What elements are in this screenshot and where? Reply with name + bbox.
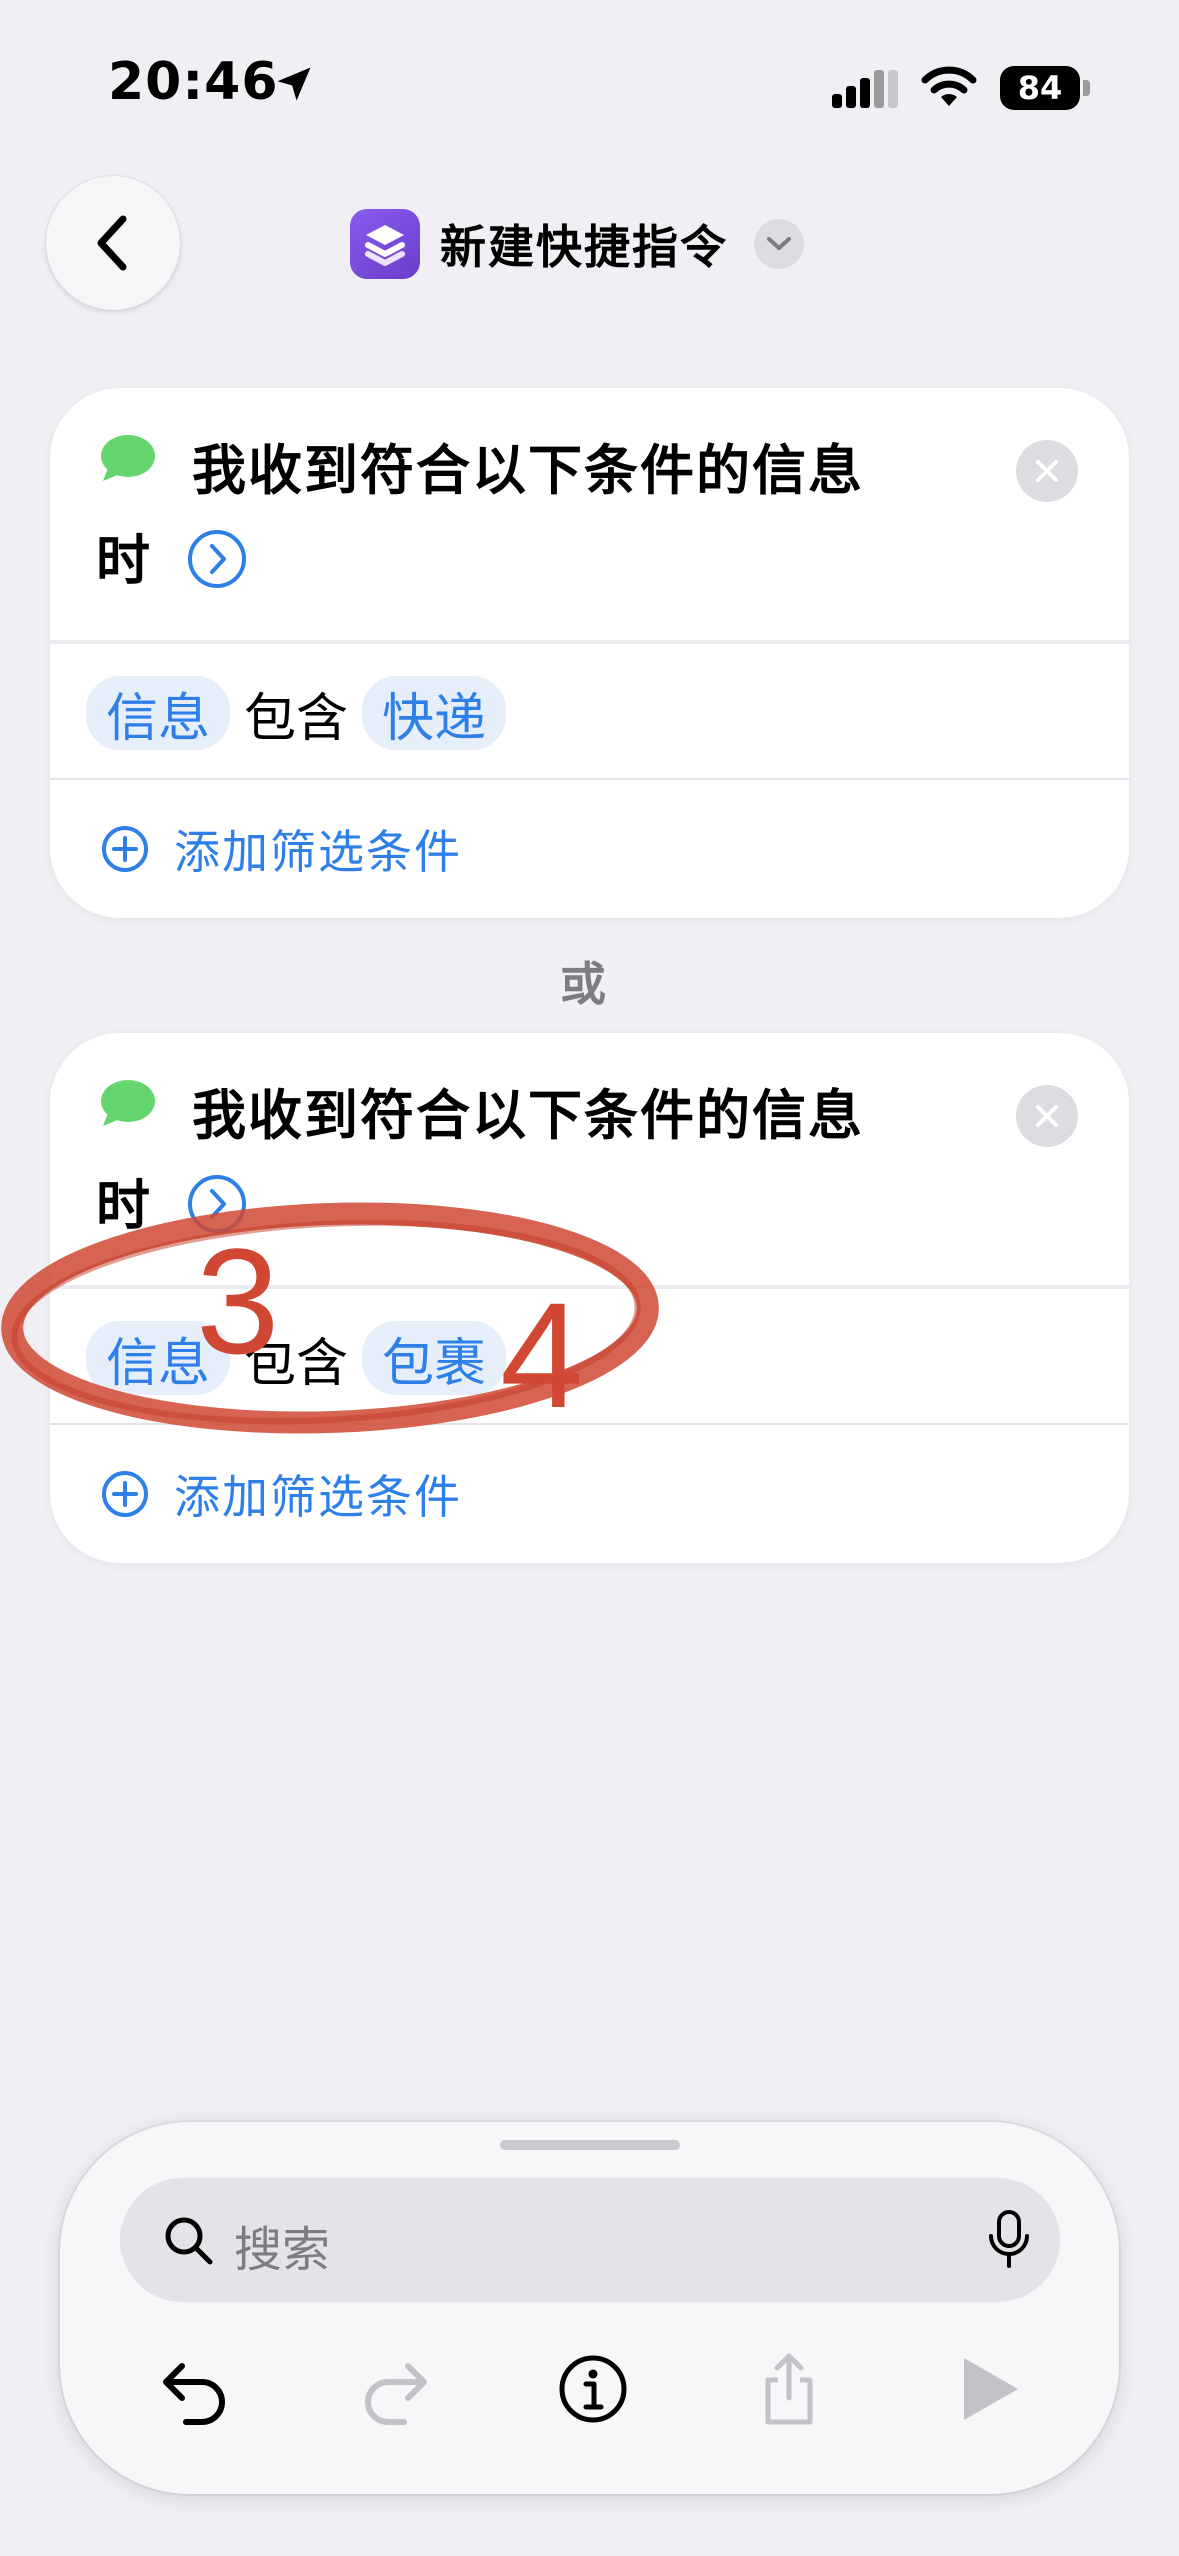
close-icon [1036, 1105, 1058, 1127]
divider [50, 778, 1129, 780]
search-placeholder: 搜索 [234, 2222, 331, 2278]
filter-subject-token[interactable]: 信息 [86, 676, 231, 750]
chevron-left-icon [97, 215, 127, 271]
sheet-grabber[interactable] [500, 2140, 680, 2150]
undo-icon[interactable] [156, 2350, 234, 2428]
trigger-card-1: 我收到符合以下条件的信息 时 信息 包含 快递 添加筛选条件 [50, 388, 1129, 918]
message-bubble-icon [101, 435, 155, 481]
remove-trigger-button[interactable] [1016, 1085, 1078, 1147]
title-menu-button[interactable] [754, 219, 804, 269]
trigger-text: 我收到符合以下条件的信息 [192, 1084, 864, 1147]
location-arrow-icon [277, 67, 311, 101]
trigger-text: 我收到符合以下条件的信息 [192, 439, 864, 502]
page-title: 新建快捷指令 [440, 220, 728, 274]
wifi-icon [921, 66, 977, 106]
expand-chevron-button[interactable] [186, 528, 248, 590]
nav-title-menu[interactable]: 新建快捷指令 [350, 208, 804, 280]
filter-value-token[interactable]: 包裹 [362, 1321, 507, 1395]
back-button[interactable] [46, 176, 180, 310]
share-icon[interactable] [750, 2350, 828, 2428]
battery-level: 84 [1000, 66, 1080, 110]
status-bar: 20:46 84 [0, 0, 1179, 170]
bottom-toolbar: 搜索 [60, 2122, 1119, 2494]
battery-indicator: 84 [1000, 66, 1090, 110]
close-icon [1036, 460, 1058, 482]
remove-trigger-button[interactable] [1016, 440, 1078, 502]
trigger-header: 我收到符合以下条件的信息 时 [50, 388, 1129, 644]
annotation-number-3: 3 [196, 1217, 280, 1385]
redo-icon[interactable] [356, 2350, 434, 2428]
plus-circle-icon [102, 1471, 148, 1517]
annotation-number-4: 4 [500, 1271, 584, 1439]
plus-circle-icon [102, 826, 148, 872]
or-separator: 或 [560, 957, 606, 1011]
divider [50, 1423, 1129, 1425]
trigger-text-cont: 时 [96, 1174, 150, 1237]
add-filter-button[interactable]: 添加筛选条件 [100, 816, 462, 882]
info-icon[interactable] [554, 2350, 632, 2428]
add-filter-label: 添加筛选条件 [174, 825, 462, 879]
message-bubble-icon [101, 1080, 155, 1126]
cellular-signal-icon [832, 70, 898, 108]
add-filter-button[interactable]: 添加筛选条件 [100, 1461, 462, 1527]
chevron-down-icon [767, 237, 791, 250]
filter-value-token[interactable]: 快递 [362, 676, 507, 750]
trigger-text-cont: 时 [96, 529, 150, 592]
shortcuts-app-icon [350, 209, 420, 279]
filter-condition: 信息 包含 包裹 [86, 1321, 507, 1395]
add-filter-label: 添加筛选条件 [174, 1470, 462, 1524]
status-time: 20:46 [108, 52, 279, 112]
divider [50, 640, 1129, 644]
microphone-icon[interactable] [984, 2208, 1034, 2272]
battery-cap [1083, 80, 1090, 96]
filter-operator[interactable]: 包含 [244, 676, 348, 751]
search-input[interactable]: 搜索 [120, 2178, 1060, 2302]
search-icon [165, 2217, 213, 2265]
filter-condition: 信息 包含 快递 [86, 676, 507, 751]
play-icon[interactable] [948, 2350, 1026, 2428]
